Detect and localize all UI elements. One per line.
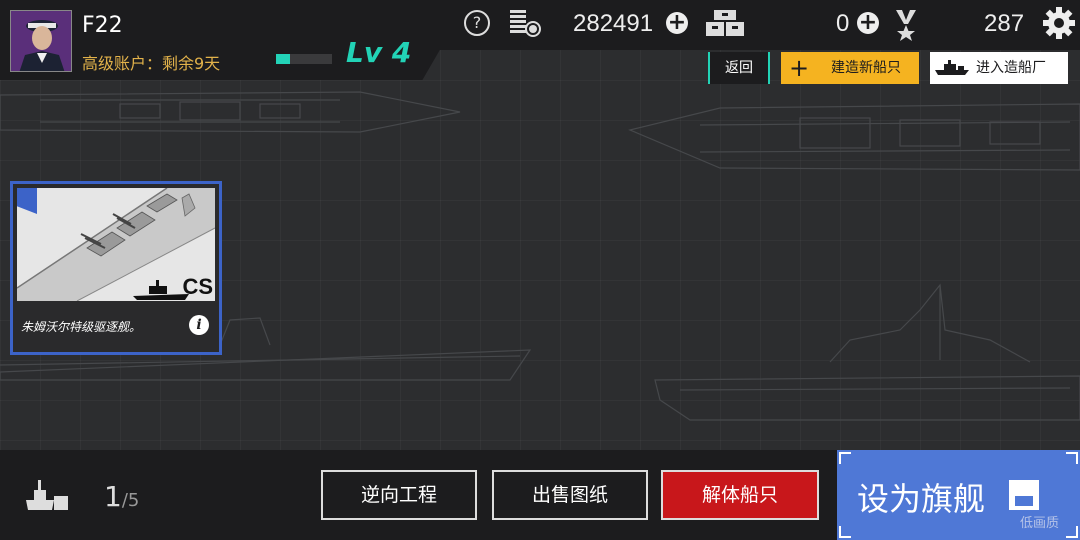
- enter-shipyard-button[interactable]: 进入造船厂: [930, 52, 1068, 84]
- supplies-icon: [706, 10, 744, 36]
- corner-bracket: [839, 452, 851, 464]
- set-flagship-label: 设为旗舰: [857, 480, 986, 518]
- dock-count-capacity: /5: [121, 490, 140, 511]
- plus-icon: +: [789, 54, 810, 82]
- corner-bracket: [839, 526, 851, 538]
- ship-card[interactable]: CS 朱姆沃尔特级驱逐舰。 i: [10, 181, 222, 355]
- shipyard-icon: [935, 60, 969, 75]
- premium-account-status: 高级账户：剩余9天: [82, 54, 221, 73]
- medals-value: 287: [984, 10, 1025, 37]
- settings-gear-icon[interactable]: [1042, 6, 1076, 40]
- xp-progress-fill: [276, 54, 290, 64]
- ship-class-tag: CS: [182, 274, 213, 299]
- credits-icon: [510, 10, 541, 37]
- dismantle-ship-button[interactable]: 解体船只: [661, 470, 819, 520]
- enter-shipyard-label: 进入造船厂: [976, 60, 1046, 76]
- info-icon[interactable]: i: [189, 315, 209, 335]
- add-credits-button[interactable]: +: [666, 12, 688, 34]
- player-profile-panel: F22 高级账户：剩余9天 Lv 4: [0, 0, 440, 80]
- save-icon: [1009, 480, 1039, 510]
- supplies-value: 0: [836, 10, 850, 37]
- build-new-ship-label: 建造新船只: [831, 60, 901, 76]
- corner-bracket: [1066, 526, 1078, 538]
- ship-name: 朱姆沃尔特级驱逐舰。: [21, 320, 142, 334]
- avatar-portrait: [11, 11, 71, 71]
- player-level: Lv 4: [346, 36, 412, 69]
- back-button[interactable]: 返回: [708, 52, 770, 84]
- medal-icon: [896, 10, 916, 41]
- sell-blueprint-button[interactable]: 出售图纸: [492, 470, 648, 520]
- reverse-engineering-button[interactable]: 逆向工程: [321, 470, 477, 520]
- help-icon[interactable]: ?: [464, 10, 490, 36]
- player-name: F22: [82, 13, 123, 38]
- player-avatar[interactable]: [10, 10, 72, 72]
- graphics-quality-label[interactable]: 低画质: [1020, 512, 1059, 531]
- add-supplies-button[interactable]: +: [857, 12, 879, 34]
- credits-value: 282491: [573, 10, 654, 37]
- corner-bracket: [1066, 452, 1078, 464]
- dock-ship-icon: [26, 480, 68, 510]
- xp-progress-bar: [276, 54, 332, 64]
- dock-count-current: 1: [104, 480, 122, 513]
- dock-count: 1/5: [104, 480, 139, 513]
- build-new-ship-button[interactable]: + 建造新船只: [781, 52, 919, 84]
